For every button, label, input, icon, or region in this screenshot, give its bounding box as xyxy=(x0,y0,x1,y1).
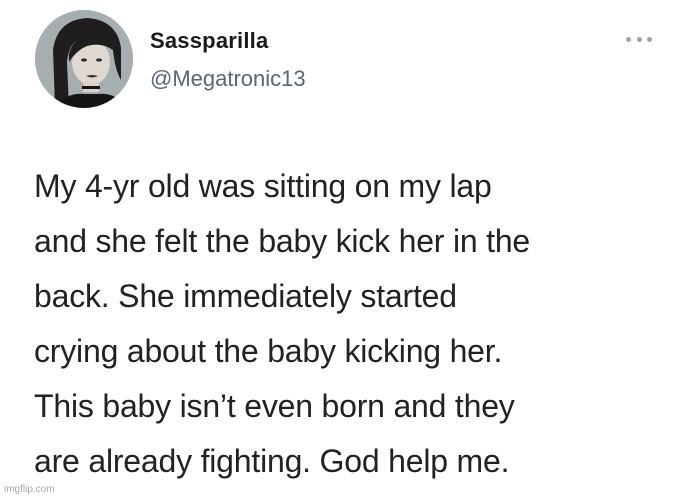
tweet-text-line: and she felt the baby kick her in the xyxy=(34,223,531,259)
tweet-text-line: back. She immediately started xyxy=(34,278,457,314)
ellipsis-dot xyxy=(626,36,631,42)
ellipsis-icon[interactable] xyxy=(626,34,652,44)
tweet-text-line: crying about the baby kicking her. xyxy=(34,333,503,369)
watermark: imgflip.com xyxy=(4,484,55,495)
ellipsis-dot xyxy=(636,36,642,42)
avatar-photo xyxy=(35,10,133,108)
display-name[interactable]: Sassparilla xyxy=(150,30,268,52)
avatar[interactable] xyxy=(35,10,133,108)
tweet-text: My 4-yr old was sitting on my lap and sh… xyxy=(34,159,664,489)
tweet-text-line: My 4-yr old was sitting on my lap xyxy=(34,168,492,204)
tweet-text-line: are already fighting. God help me. xyxy=(34,443,510,479)
user-handle[interactable]: @Megatronic13 xyxy=(150,68,306,90)
tweet-text-line: This baby isn’t even born and they xyxy=(34,388,515,424)
ellipsis-dot xyxy=(647,36,652,42)
